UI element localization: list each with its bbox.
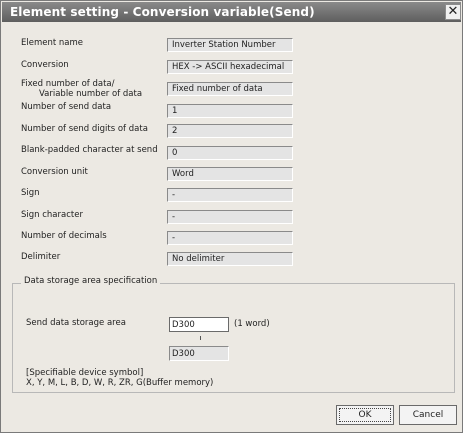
close-icon[interactable]: ✕ [445, 4, 461, 20]
blank-padded-field: 0 [167, 146, 293, 160]
delimiter-label: Delimiter [21, 252, 61, 262]
sign-character-label: Sign character [21, 210, 83, 220]
fixed-variable-label-line1: Fixed number of data/ [21, 79, 115, 89]
blank-padded-label: Blank-padded character at send [21, 145, 158, 155]
conversion-unit-label: Conversion unit [21, 167, 88, 177]
device-symbol-list: X, Y, M, L, B, D, W, R, ZR, G(Buffer mem… [26, 378, 214, 388]
range-tick [200, 336, 201, 340]
element-name-field: Inverter Station Number [167, 38, 293, 52]
element-name-label: Element name [21, 38, 83, 48]
sign-label: Sign [21, 188, 40, 198]
conversion-unit-field: Word [167, 167, 293, 181]
device-symbol-note-title: [Specifiable device symbol] [26, 368, 144, 378]
storage-group-title: Data storage area specification [21, 276, 161, 286]
send-data-storage-label: Send data storage area [26, 318, 126, 328]
send-data-storage-input[interactable]: D300 [169, 317, 229, 332]
title-bar[interactable]: Element setting - Conversion variable(Se… [2, 2, 461, 22]
conversion-label: Conversion [21, 60, 69, 70]
decimals-label: Number of decimals [21, 231, 107, 241]
ok-button[interactable]: OK [336, 405, 394, 425]
cancel-button[interactable]: Cancel [399, 405, 457, 425]
number-of-send-data-label: Number of send data [21, 102, 112, 112]
sign-character-field: - [167, 210, 293, 224]
sign-field: - [167, 188, 293, 202]
decimals-field: - [167, 231, 293, 245]
send-digits-label: Number of send digits of data [21, 124, 148, 134]
storage-end-field: D300 [169, 346, 229, 361]
fixed-variable-field: Fixed number of data [167, 82, 293, 96]
word-count-label: (1 word) [234, 319, 270, 329]
dialog-title: Element setting - Conversion variable(Se… [10, 5, 315, 19]
number-of-send-data-field: 1 [167, 104, 293, 118]
send-digits-field: 2 [167, 124, 293, 138]
fixed-variable-label-line2: Variable number of data [39, 89, 143, 99]
dialog-window: Element setting - Conversion variable(Se… [0, 0, 463, 433]
conversion-field: HEX -> ASCII hexadecimal [167, 60, 293, 74]
delimiter-field: No delimiter [167, 252, 293, 266]
